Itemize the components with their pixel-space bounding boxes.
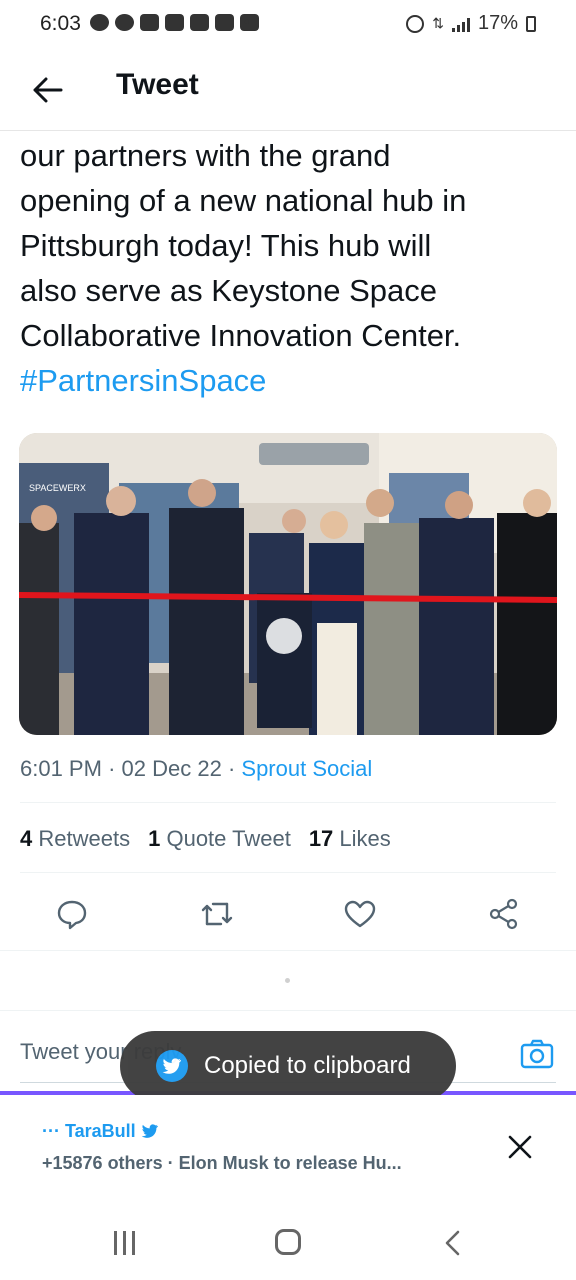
twitter-bird-icon [156,1050,188,1082]
divider [0,950,576,951]
back-button[interactable] [28,70,68,110]
signal-icon [451,16,470,32]
tweet-text-line: our partners with the grand [20,138,391,173]
recents-button[interactable] [114,1231,140,1255]
more-notifications-dot: • [244,14,250,31]
quotes-stat[interactable]: 1 Quote Tweet [148,826,291,852]
in-app-notification[interactable]: ··· TaraBull +15876 others · Elon Musk t… [0,1095,576,1205]
retweet-button[interactable] [195,892,239,936]
alarm-icon [406,14,425,33]
youtube-icon [190,14,209,31]
retweets-label: Retweets [38,826,131,851]
system-back-button[interactable] [440,1229,466,1257]
app-header: Tweet [0,50,576,131]
tweet-actions [20,880,556,946]
tweet-timestamp: 6:01 PM · 02 Dec 22 · Sprout Social [20,756,372,782]
retweets-stat[interactable]: 4 Retweets [20,826,130,852]
ribbon-cutting-photo: SPACEWERX [19,433,557,735]
reply-button[interactable] [50,892,94,936]
quotes-label: Quote Tweet [166,826,291,851]
facebook-icon [115,14,134,31]
tweet-text-line: Collaborative Innovation Center. [20,318,462,353]
tweet-text-line: opening of a new national hub in [20,183,467,218]
retweets-count: 4 [20,826,33,851]
share-icon [489,898,518,930]
like-button[interactable] [338,892,382,936]
separator: · [108,756,116,781]
tweet-stats: 4 Retweets 1 Quote Tweet 17 Likes [20,826,391,852]
home-button[interactable] [275,1229,301,1255]
notification-author: ··· TaraBull [42,1121,159,1142]
battery-icon [526,15,536,32]
youtube-icon [140,14,159,31]
twitter-bird-icon [141,1124,158,1138]
notification-author-name: ··· TaraBull [42,1121,136,1141]
hashtag-link[interactable]: #PartnersinSpace [20,358,556,403]
system-nav-bar [0,1205,576,1280]
network-icon: ⇅ [432,15,444,31]
page-title: Tweet [116,68,199,101]
battery-percent: 17% [477,12,518,34]
divider [20,802,556,803]
camera-button[interactable] [520,1037,554,1071]
tweet-text: our partners with the grand opening of a… [20,133,556,403]
tweet-time: 6:01 PM [20,756,102,781]
close-icon [508,1135,532,1159]
chevron-left-icon [445,1230,460,1256]
notification-icons [90,14,259,31]
toast-message: Copied to clipboard [204,1052,411,1079]
reply-icon [57,900,87,930]
tweet-date: 02 Dec 22 [121,756,222,781]
camera-icon [520,1039,554,1069]
arrow-left-icon [33,77,63,103]
tweet-source-link[interactable]: Sprout Social [241,756,372,781]
likes-count: 17 [308,826,334,851]
tweet-photo[interactable]: SPACEWERX [19,433,557,735]
notification-body: +15876 others · Elon Musk to release Hu.… [42,1153,402,1173]
likes-label: Likes [339,826,391,851]
facebook-icon [90,14,109,31]
tweet-text-line: Pittsburgh today! This hub will [20,228,432,263]
toast: Copied to clipboard [120,1031,456,1101]
status-bar: 6:03 • ⇅ 17% [0,0,576,50]
heart-icon [344,900,376,928]
loading-dot [285,978,290,983]
tweet-text-line: also serve as Keystone Space [20,273,438,308]
youtube-icon [165,14,184,31]
youtube-icon [215,14,234,31]
notification-close-button[interactable] [502,1129,538,1165]
retweet-icon [201,902,233,926]
divider [20,872,556,873]
status-time: 6:03 [40,12,81,35]
quotes-count: 1 [148,826,161,851]
banner-text: SPACEWERX [29,483,86,493]
share-button[interactable] [482,892,526,936]
status-right: ⇅ 17% [406,12,536,35]
likes-stat[interactable]: 17 Likes [309,826,391,852]
separator: · [227,756,236,781]
